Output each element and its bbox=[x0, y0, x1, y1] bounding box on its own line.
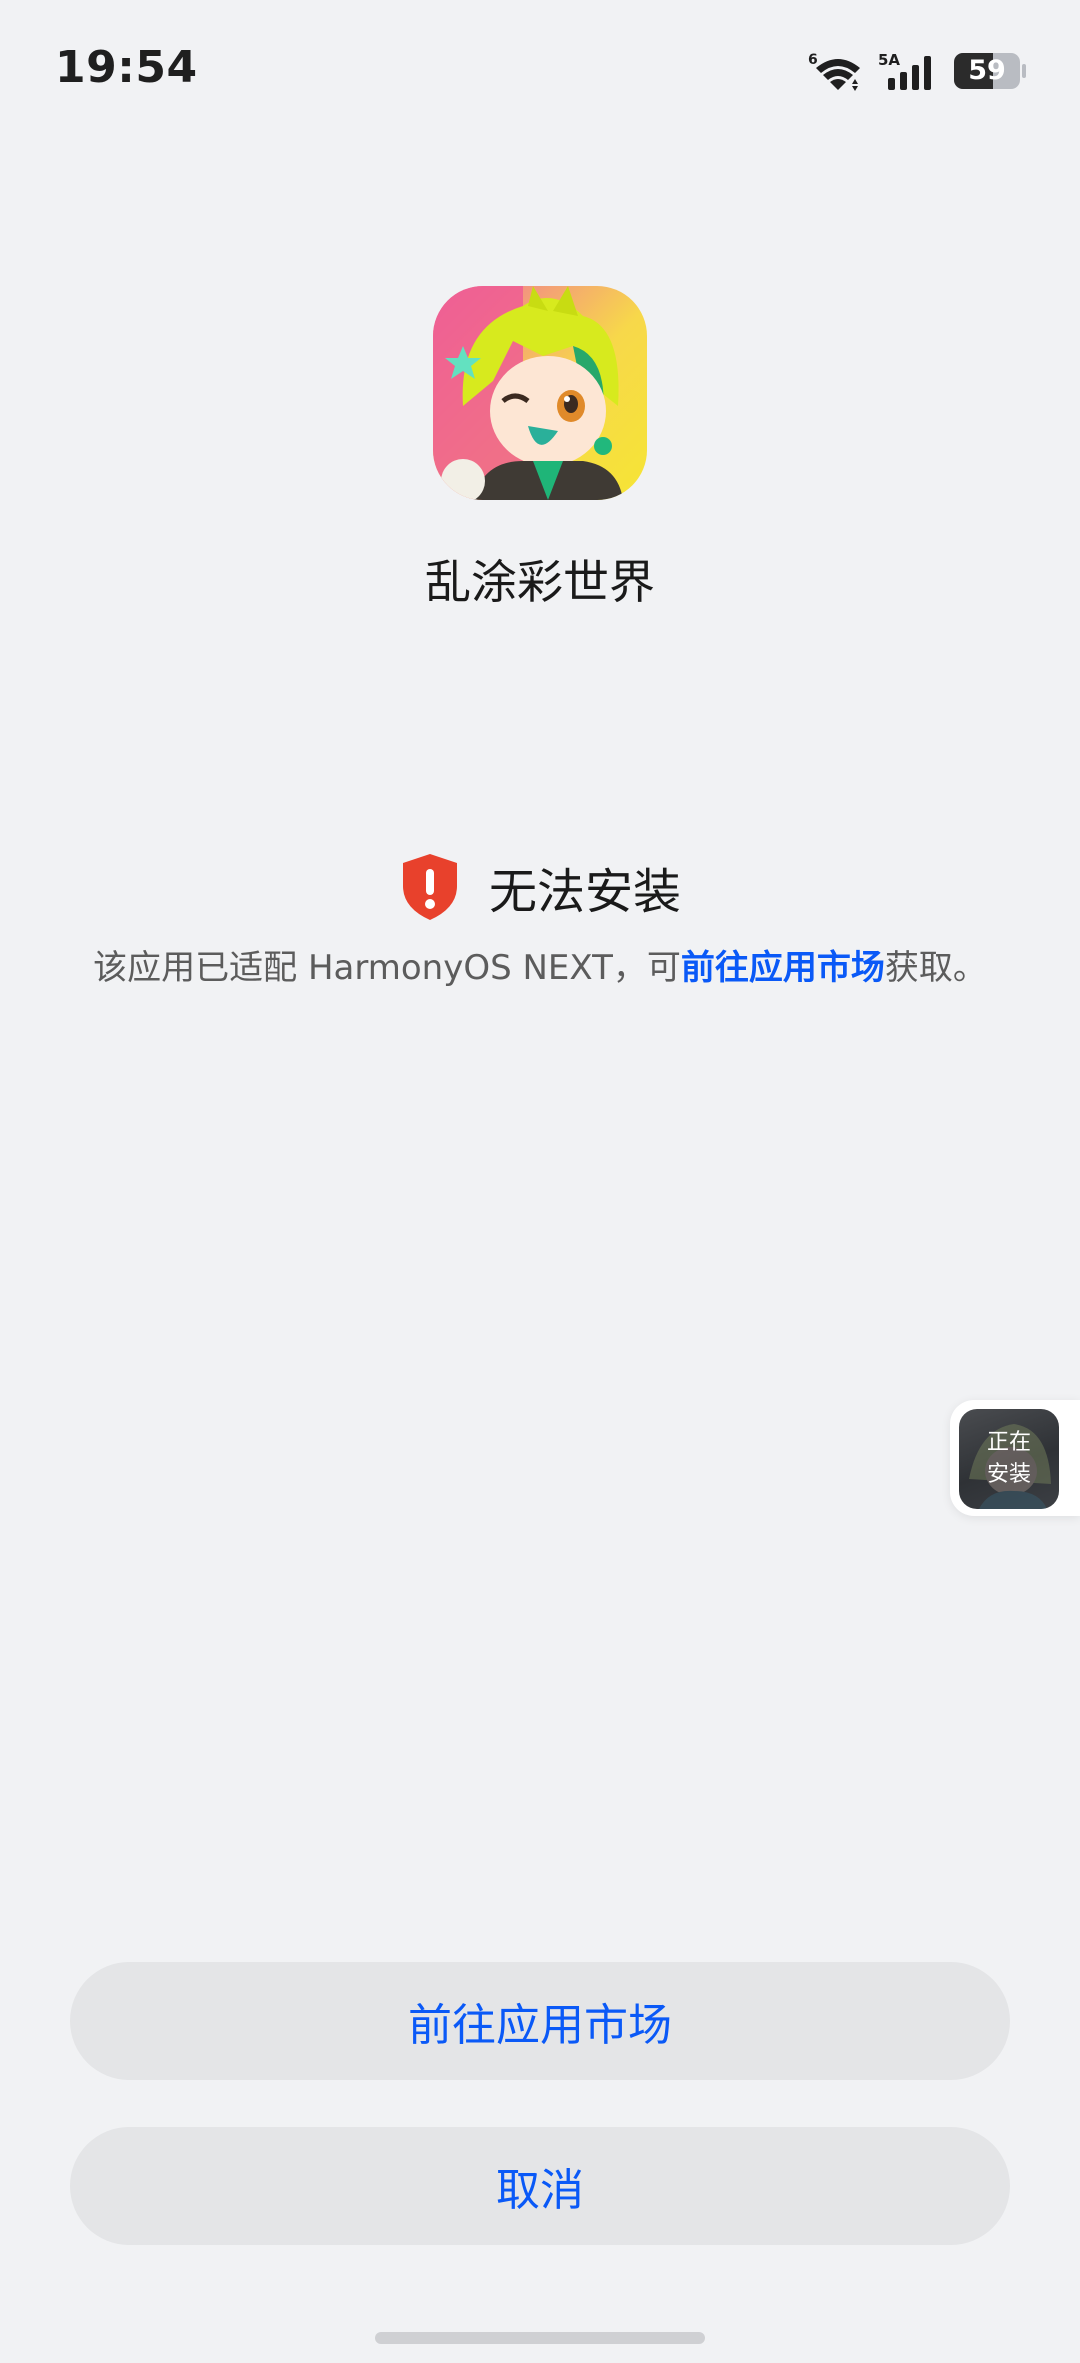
go-to-app-market-button[interactable]: 前往应用市场 bbox=[70, 1962, 1010, 2080]
install-status-desc-prefix: 该应用已适配 HarmonyOS NEXT，可 bbox=[93, 948, 681, 988]
wifi-icon: 6 bbox=[808, 50, 864, 92]
shield-alert-icon bbox=[399, 852, 461, 922]
app-icon bbox=[433, 286, 647, 500]
battery-icon: 59 bbox=[954, 53, 1026, 89]
cellular-signal-icon: 5A bbox=[878, 50, 940, 92]
installing-label: 正在 安装 bbox=[959, 1409, 1059, 1509]
installing-thumbnail: 正在 安装 bbox=[959, 1409, 1059, 1509]
status-time: 19:54 bbox=[55, 42, 198, 93]
cancel-button[interactable]: 取消 bbox=[70, 2127, 1010, 2245]
status-icons: 6 5A 59 bbox=[808, 50, 1026, 92]
battery-level: 59 bbox=[968, 55, 1006, 86]
app-market-link[interactable]: 前往应用市场 bbox=[681, 948, 885, 988]
home-indicator[interactable] bbox=[375, 2332, 705, 2344]
installing-float-bubble[interactable]: 正在 安装 bbox=[950, 1400, 1080, 1516]
install-status-row: 无法安装 bbox=[0, 852, 1080, 922]
network-type: 5A bbox=[878, 51, 900, 69]
app-name: 乱涂彩世界 bbox=[425, 555, 655, 609]
install-status-title: 无法安装 bbox=[488, 864, 681, 920]
install-status-description: 该应用已适配 HarmonyOS NEXT，可前往应用市场获取。 bbox=[0, 940, 1080, 989]
installing-label-line1: 正在 bbox=[986, 1430, 1031, 1455]
status-bar: 19:54 6 5A 59 bbox=[0, 0, 1080, 140]
install-status-desc-suffix: 获取。 bbox=[884, 948, 987, 988]
wifi-badge: 6 bbox=[808, 52, 818, 68]
installing-label-line2: 安装 bbox=[986, 1462, 1031, 1487]
